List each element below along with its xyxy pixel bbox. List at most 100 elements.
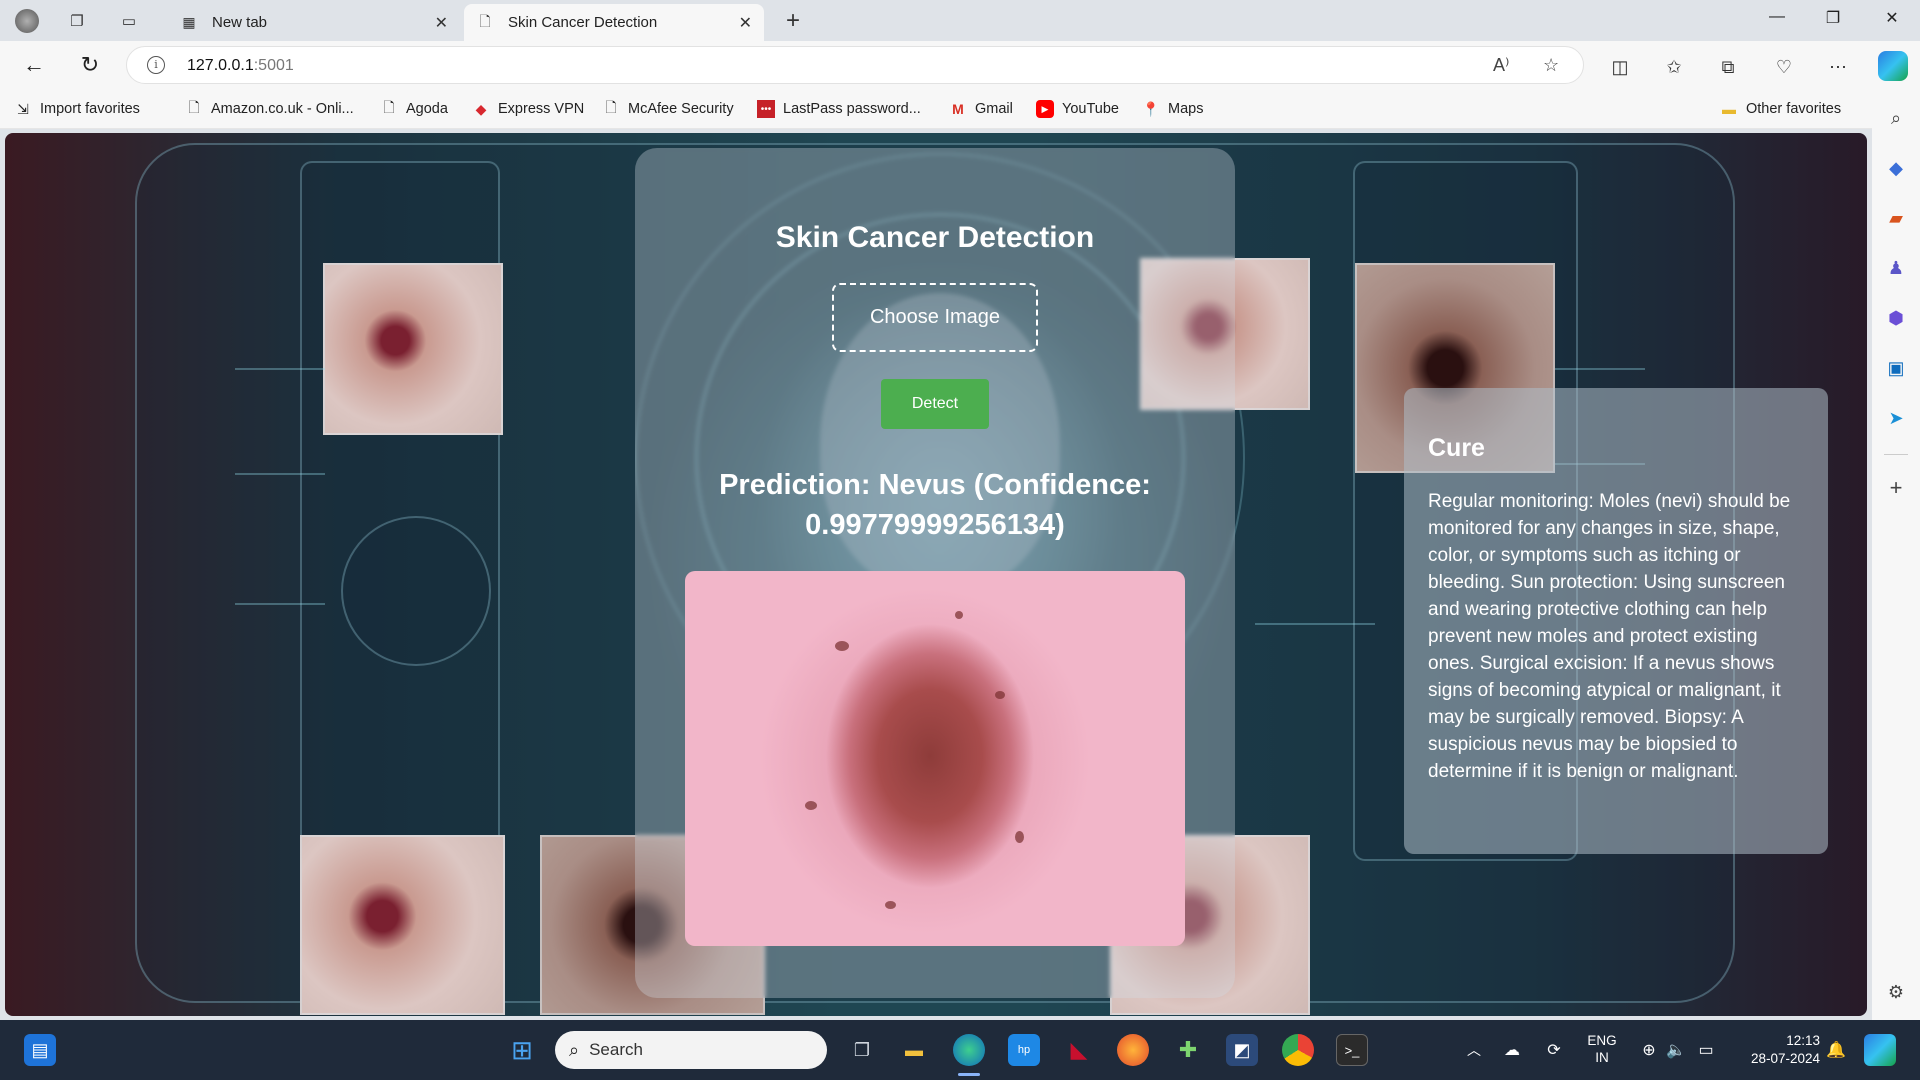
notification-bell-icon[interactable]: 🔔 xyxy=(1820,1034,1852,1066)
windows-start-icon[interactable]: ⊞ xyxy=(506,1034,538,1066)
clock[interactable]: 12:13 28-07-2024 xyxy=(1730,1032,1820,1068)
read-aloud-icon[interactable]: A⁾ xyxy=(1493,55,1509,76)
cure-heading: Cure xyxy=(1428,434,1485,462)
bg-skin-image xyxy=(300,835,505,1015)
profile-avatar-icon[interactable] xyxy=(12,6,42,36)
split-screen-icon[interactable]: ◫ xyxy=(1604,51,1636,83)
page-icon: 🗋 xyxy=(479,12,491,29)
uploaded-lesion-image xyxy=(685,571,1185,946)
prediction-result: Prediction: Nevus (Confidence: 0.9977999… xyxy=(680,465,1190,545)
battery-icon[interactable]: ▭ xyxy=(1690,1034,1722,1066)
search-icon: ⌕ xyxy=(569,1039,580,1060)
fav-youtube[interactable]: ▶ YouTube xyxy=(1036,100,1119,118)
settings-gear-icon[interactable]: ⚙ xyxy=(1884,980,1908,1004)
window-close-icon[interactable]: ✕ xyxy=(1872,8,1912,28)
fav-agoda[interactable]: 🗋 Agoda xyxy=(380,99,448,118)
fav-amazon[interactable]: 🗋 Amazon.co.uk - Onli... xyxy=(185,99,353,118)
minimize-icon[interactable]: — xyxy=(1757,8,1797,26)
outlook-icon[interactable]: ▣ xyxy=(1884,356,1908,380)
favorite-star-icon[interactable]: ☆ xyxy=(1543,55,1559,76)
expressvpn-icon: ◆ xyxy=(475,100,487,117)
firefox-icon[interactable] xyxy=(1117,1034,1149,1066)
microsoft-365-icon[interactable]: ⬢ xyxy=(1884,306,1908,330)
chrome-icon[interactable] xyxy=(1282,1034,1314,1066)
back-arrow-icon[interactable]: ← xyxy=(18,49,50,81)
bg-connector xyxy=(1555,368,1645,370)
app-icon[interactable]: ◩ xyxy=(1226,1034,1258,1066)
bg-skin-image xyxy=(323,263,503,435)
sync-icon[interactable]: ⟳ xyxy=(1538,1034,1570,1066)
app-icon[interactable]: ✚ xyxy=(1172,1034,1204,1066)
taskbar-search-box[interactable]: ⌕ Search xyxy=(555,1031,827,1069)
widgets-icon[interactable]: ▤ xyxy=(24,1034,56,1066)
windows-taskbar: ▤ ⊞ ⌕ Search ❐ ▬ hp ◣ ✚ ◩ >_ ︿ ☁ ⟳ ENG I… xyxy=(0,1020,1920,1080)
bg-connector xyxy=(235,368,325,370)
page-title: Skin Cancer Detection xyxy=(775,221,1095,254)
vertical-tabs-icon[interactable]: ▭ xyxy=(114,6,144,36)
fav-gmail[interactable]: M Gmail xyxy=(949,100,1013,118)
maps-icon: 📍 xyxy=(1142,100,1160,117)
terminal-icon[interactable]: >_ xyxy=(1336,1034,1368,1066)
volume-icon[interactable]: 🔈 xyxy=(1660,1034,1692,1066)
fav-express-vpn[interactable]: ◆ Express VPN xyxy=(472,100,585,118)
maximize-icon[interactable]: ❐ xyxy=(1813,8,1853,28)
gmail-icon: M xyxy=(952,101,964,117)
tab-new-tab[interactable]: ▦ New tab ✕ xyxy=(168,4,460,41)
cure-text: Regular monitoring: Moles (nevi) should … xyxy=(1428,491,1791,782)
choose-image-button[interactable]: Choose Image xyxy=(832,283,1038,352)
file-explorer-icon[interactable]: ▬ xyxy=(898,1034,930,1066)
new-tab-page-icon: ▦ xyxy=(182,14,196,30)
fav-maps[interactable]: 📍 Maps xyxy=(1142,100,1203,118)
send-icon[interactable]: ➤ xyxy=(1884,406,1908,430)
taskbar-search-label: Search xyxy=(589,1040,643,1059)
cure-panel: Cure Regular monitoring: Moles (nevi) sh… xyxy=(1404,388,1828,854)
youtube-icon: ▶ xyxy=(1036,100,1054,118)
address-bar[interactable]: i 127.0.0.1:5001 A⁾ ☆ xyxy=(126,46,1584,84)
tools-briefcase-icon[interactable]: ▰ xyxy=(1884,206,1908,230)
active-app-indicator xyxy=(958,1073,980,1076)
workspaces-icon[interactable]: ❐ xyxy=(62,6,92,36)
copilot-icon[interactable] xyxy=(1878,51,1908,81)
shopping-tag-icon[interactable]: ◆ xyxy=(1884,156,1908,180)
favorites-icon[interactable]: ✩ xyxy=(1658,51,1690,83)
close-icon[interactable]: ✕ xyxy=(435,13,448,33)
task-view-icon[interactable]: ❐ xyxy=(846,1034,878,1066)
tab-bar: ❐ ▭ ▦ New tab ✕ 🗋 Skin Cancer Detection … xyxy=(0,0,1920,41)
search-icon[interactable]: ⌕ xyxy=(1884,106,1908,130)
tab-label: Skin Cancer Detection xyxy=(508,14,658,31)
bg-connector xyxy=(235,603,325,605)
games-icon[interactable]: ♟ xyxy=(1884,256,1908,280)
prediction-confidence: 0.99779999256134) xyxy=(805,509,1065,541)
detect-button[interactable]: Detect xyxy=(881,379,989,429)
myhp-icon[interactable]: hp xyxy=(1008,1034,1040,1066)
page-icon: 🗋 xyxy=(188,99,200,115)
prediction-label: Prediction: Nevus (Confidence: xyxy=(719,469,1151,501)
url-text[interactable]: 127.0.0.1:5001 xyxy=(187,57,294,75)
new-tab-button[interactable]: + xyxy=(778,7,808,35)
fav-import-favorites[interactable]: ⇲ Import favorites xyxy=(14,100,140,118)
onedrive-icon[interactable]: ☁ xyxy=(1496,1034,1528,1066)
page-icon: 🗋 xyxy=(383,99,395,115)
refresh-icon[interactable]: ↻ xyxy=(74,49,106,81)
edge-browser-icon[interactable] xyxy=(953,1034,985,1066)
copilot-icon[interactable] xyxy=(1864,1034,1896,1066)
add-icon[interactable]: + xyxy=(1884,475,1908,500)
favorites-bar: ⇲ Import favorites 🗋 Amazon.co.uk - Onli..… xyxy=(0,92,1880,129)
more-options-icon[interactable]: ⋯ xyxy=(1822,51,1854,83)
fav-lastpass[interactable]: ••• LastPass password... xyxy=(757,100,921,118)
browser-essentials-icon[interactable]: ♡ xyxy=(1768,51,1800,83)
fav-other-favorites[interactable]: ▬ Other favorites xyxy=(1720,100,1841,118)
collections-icon[interactable]: ⧉ xyxy=(1712,51,1744,83)
page-icon: 🗋 xyxy=(605,99,617,115)
chevron-up-icon[interactable]: ︿ xyxy=(1458,1034,1490,1066)
lastpass-icon: ••• xyxy=(757,100,775,118)
close-icon[interactable]: ✕ xyxy=(739,13,752,33)
site-info-icon[interactable]: i xyxy=(147,56,165,74)
language-indicator[interactable]: ENG IN xyxy=(1582,1032,1622,1066)
fav-mcafee[interactable]: 🗋 McAfee Security xyxy=(602,99,733,118)
tab-label: New tab xyxy=(212,14,268,31)
mcafee-icon[interactable]: ◣ xyxy=(1063,1034,1095,1066)
import-icon: ⇲ xyxy=(17,100,29,117)
bg-connector xyxy=(235,473,325,475)
tab-skin-cancer-detection[interactable]: 🗋 Skin Cancer Detection ✕ xyxy=(464,4,764,41)
